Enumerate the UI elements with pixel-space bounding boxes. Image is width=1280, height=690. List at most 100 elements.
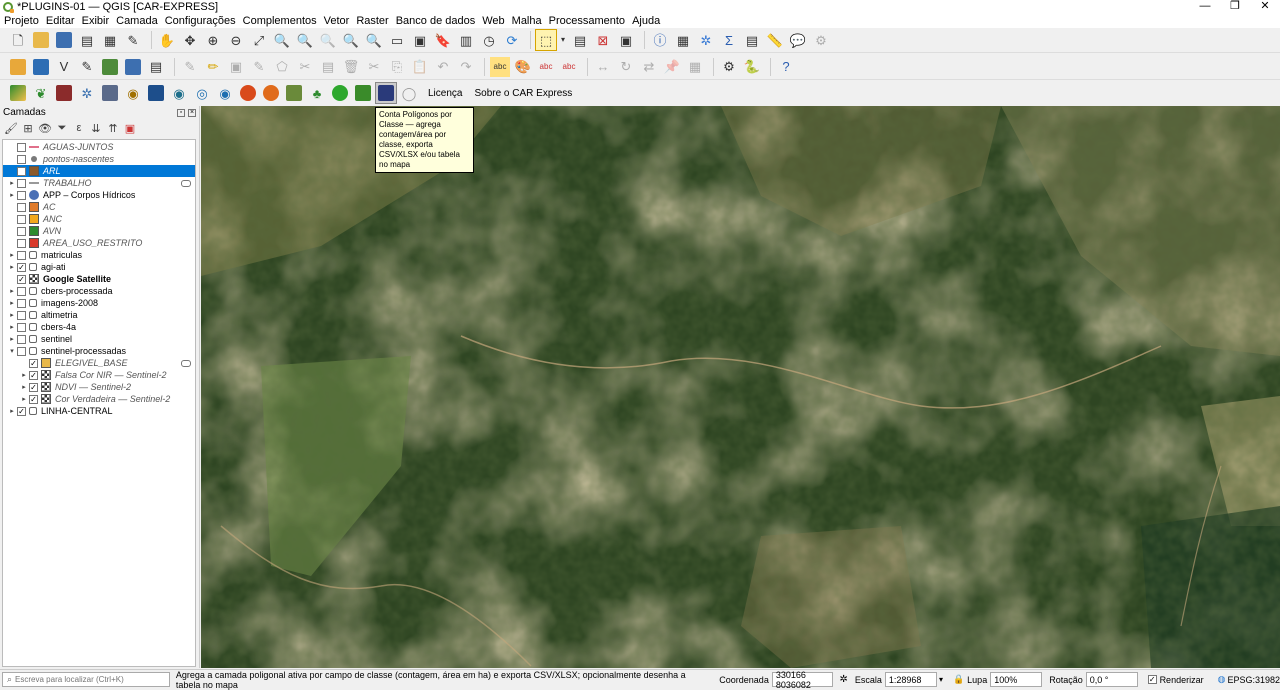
menu-raster[interactable]: Raster [356, 15, 388, 27]
plugin-refresh-icon[interactable]: ◉ [169, 83, 189, 103]
layer-row[interactable]: AVN [3, 225, 195, 237]
license-button[interactable]: Licença [428, 88, 462, 99]
refresh-icon[interactable]: ⟳ [502, 30, 522, 50]
expand-arrow-icon[interactable]: ▸ [7, 179, 17, 187]
move-label-icon[interactable]: ↔ [593, 57, 613, 77]
expand-arrow-icon[interactable]: ▸ [7, 287, 17, 295]
menu-ajuda[interactable]: Ajuda [632, 15, 660, 27]
label-style-icon[interactable]: 🎨 [513, 57, 533, 77]
plugin-leaf-icon[interactable]: ❦ [31, 83, 51, 103]
layer-row[interactable]: ▸ cbers-4a [3, 321, 195, 333]
plugin-globe-icon[interactable]: ◉ [123, 83, 143, 103]
menu-configuracoes[interactable]: Configurações [165, 15, 236, 27]
layer-row[interactable]: ✓ Google Satellite [3, 273, 195, 285]
remove-layer-icon[interactable]: ▣ [123, 121, 137, 135]
layout-manager-icon[interactable]: ▦ [100, 30, 120, 50]
filter-expression-icon[interactable]: ε [72, 121, 86, 135]
menu-complementos[interactable]: Complementos [243, 15, 317, 27]
locator-box[interactable]: ⌕ [2, 672, 170, 687]
layer-visibility-checkbox[interactable] [17, 250, 26, 260]
expand-arrow-icon[interactable]: ▸ [7, 323, 17, 331]
collapse-all-icon[interactable]: ⇈ [106, 121, 120, 135]
layer-visibility-checkbox[interactable] [17, 178, 26, 188]
expand-arrow-icon[interactable]: ▸ [19, 371, 29, 379]
select-features-icon[interactable]: ⬚ [535, 29, 557, 51]
layer-visibility-checkbox[interactable] [17, 298, 26, 308]
annotation-icon[interactable]: ⚙ [811, 30, 831, 50]
new-shapefile-icon[interactable]: V [54, 57, 74, 77]
layer-row[interactable]: ARL [3, 165, 195, 177]
menu-projeto[interactable]: Projeto [4, 15, 39, 27]
layer-visibility-checkbox[interactable] [17, 346, 26, 356]
layer-row[interactable]: ✓ ELEGIVEL_BASE [3, 357, 195, 369]
new-geopackage-icon[interactable] [31, 57, 51, 77]
float-panel-icon[interactable]: ▫ [177, 108, 185, 117]
delete-selected-icon[interactable]: 🗑 [341, 57, 361, 77]
expand-arrow-icon[interactable]: ▸ [7, 407, 17, 415]
change-label-icon[interactable]: ⇄ [639, 57, 659, 77]
toggle-extents-icon[interactable]: ✲ [839, 674, 847, 685]
measure-icon[interactable]: 📏 [765, 30, 785, 50]
save-edits-icon[interactable]: ▣ [226, 57, 246, 77]
expand-arrow-icon[interactable]: ▸ [7, 263, 17, 271]
layer-row[interactable]: ▸ APP – Corpos Hídricos [3, 189, 195, 201]
plugin-car-icon[interactable] [8, 83, 28, 103]
layer-row[interactable]: ▸ matriculas [3, 249, 195, 261]
layer-row[interactable]: ▸ ✓ Falsa Cor NIR — Sentinel-2 [3, 369, 195, 381]
layer-visibility-checkbox[interactable] [17, 322, 26, 332]
data-source-manager-icon[interactable] [8, 57, 28, 77]
cut-features-icon[interactable]: ✂ [364, 57, 384, 77]
python-console-icon[interactable]: 🐍 [742, 57, 762, 77]
add-vector-icon[interactable] [100, 57, 120, 77]
zoom-to-layer-icon[interactable]: 🔍 [295, 30, 315, 50]
copy-features-icon[interactable]: ⎘ [387, 57, 407, 77]
plugin-count-polygons-icon[interactable] [375, 82, 397, 104]
zoom-to-selection-icon[interactable]: 🔍 [272, 30, 292, 50]
close-panel-icon[interactable]: × [188, 108, 196, 117]
print-layout-icon[interactable]: ▤ [77, 30, 97, 50]
help-icon[interactable]: ? [776, 57, 796, 77]
layer-visibility-checkbox[interactable]: ✓ [17, 406, 26, 416]
add-wms-icon[interactable]: ▤ [146, 57, 166, 77]
statistics-icon[interactable]: Σ [719, 30, 739, 50]
layer-row[interactable]: ANC [3, 213, 195, 225]
add-group-icon[interactable]: ⊞ [21, 121, 35, 135]
layer-visibility-checkbox[interactable] [17, 142, 26, 152]
show-hide-labels-icon[interactable]: abc [559, 57, 579, 77]
minimize-button[interactable]: — [1190, 0, 1220, 13]
map-tips-icon[interactable]: 💬 [788, 30, 808, 50]
vertex-tool-icon[interactable]: ✂ [295, 57, 315, 77]
scale-field[interactable]: 1:28968 [884, 672, 937, 687]
menu-vetor[interactable]: Vetor [324, 15, 350, 27]
expand-arrow-icon[interactable]: ▸ [7, 335, 17, 343]
new-map-view-icon[interactable]: ▭ [387, 30, 407, 50]
layer-row[interactable]: ▸ imagens-2008 [3, 297, 195, 309]
layer-row[interactable]: ▾ sentinel-processadas [3, 345, 195, 357]
layer-row[interactable]: ▸ cbers-processada [3, 285, 195, 297]
paste-features-icon[interactable]: 📋 [410, 57, 430, 77]
rotation-field[interactable]: 0,0 ° [1085, 672, 1138, 687]
zoom-full-icon[interactable]: ⤢ [249, 30, 269, 50]
layer-visibility-checkbox[interactable]: ✓ [17, 274, 26, 284]
show-bookmarks-icon[interactable]: ▥ [456, 30, 476, 50]
layer-visibility-checkbox[interactable] [17, 190, 26, 200]
expand-all-icon[interactable]: ⇊ [89, 121, 103, 135]
zoom-out-icon[interactable]: ⊖ [226, 30, 246, 50]
layer-row[interactable]: ▸ ✓ LINHA-CENTRAL [3, 405, 195, 417]
layer-visibility-checkbox[interactable] [17, 238, 26, 248]
open-table-icon[interactable]: ▤ [742, 30, 762, 50]
modify-attributes-icon[interactable]: ▤ [318, 57, 338, 77]
layer-visibility-checkbox[interactable] [17, 334, 26, 344]
render-checkbox[interactable]: ✓ [1147, 675, 1157, 684]
plugin-burn-icon[interactable] [261, 83, 281, 103]
menu-banco-de-dados[interactable]: Banco de dados [396, 15, 476, 27]
expand-arrow-icon[interactable]: ▸ [19, 395, 29, 403]
layer-visibility-checkbox[interactable] [17, 154, 26, 164]
layer-visibility-checkbox[interactable]: ✓ [17, 262, 26, 272]
layer-visibility-checkbox[interactable] [17, 202, 26, 212]
new-temp-layer-icon[interactable]: ✎ [77, 57, 97, 77]
menu-camada[interactable]: Camada [116, 15, 158, 27]
bookmark-icon[interactable]: 🔖 [433, 30, 453, 50]
menu-editar[interactable]: Editar [46, 15, 75, 27]
expand-arrow-icon[interactable]: ▸ [7, 299, 17, 307]
